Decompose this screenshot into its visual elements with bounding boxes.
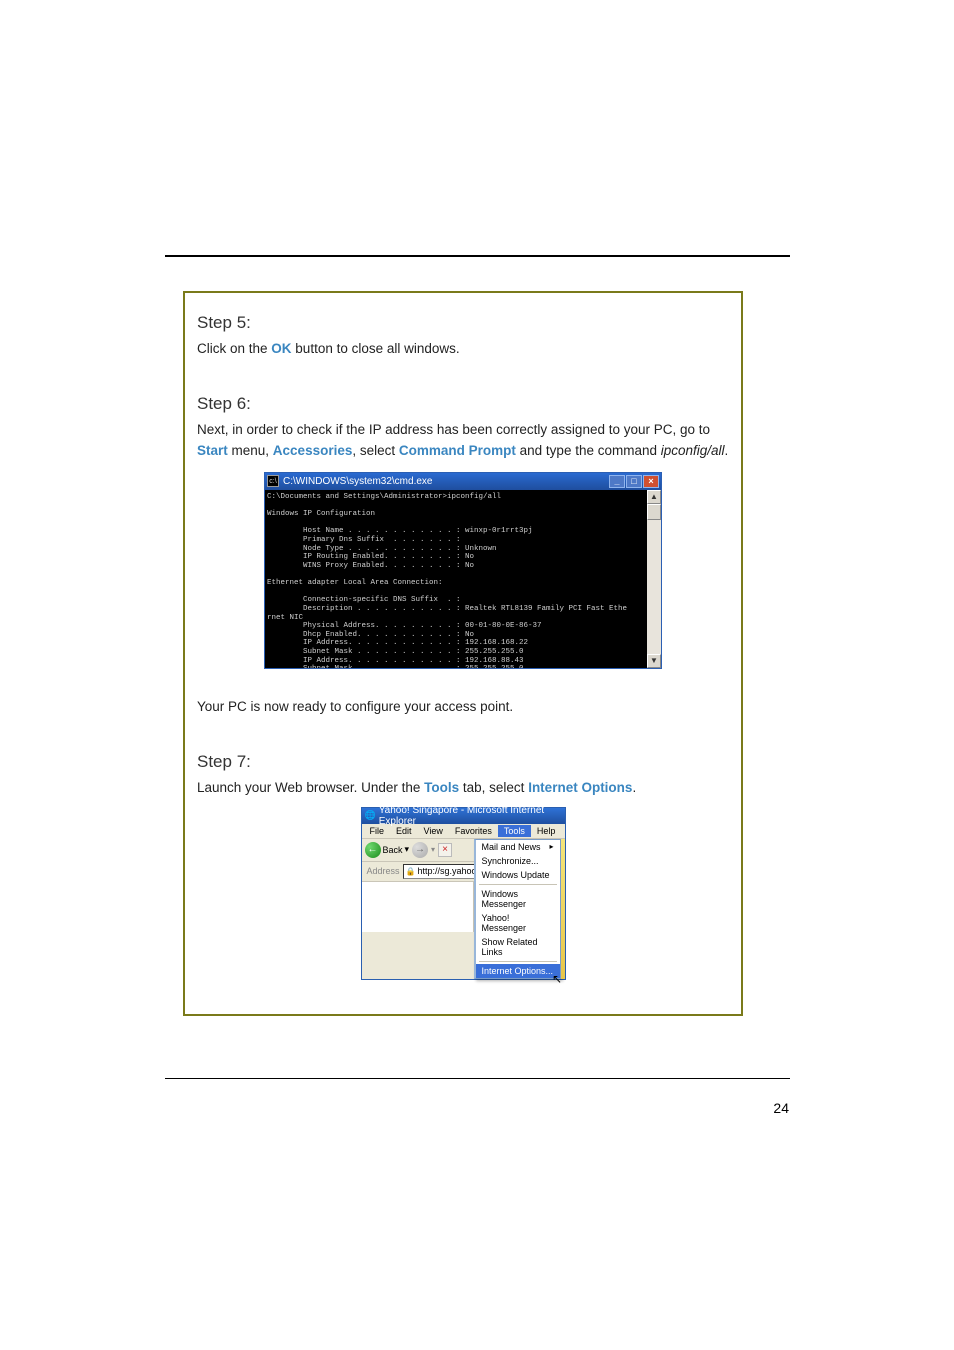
menu-separator (479, 961, 557, 962)
content-box: Step 5: Click on the OK button to close … (183, 291, 743, 1016)
cmd-output[interactable]: C:\Documents and Settings\Administrator>… (265, 490, 647, 668)
scroll-up-button[interactable]: ▲ (647, 490, 661, 504)
cmd-titlebar[interactable]: c:\ C:\WINDOWS\system32\cmd.exe _ □ × (265, 473, 661, 490)
menu-separator (479, 884, 557, 885)
menuitem-windows-update[interactable]: Windows Update (476, 868, 560, 882)
step7-text: Launch your Web browser. Under the Tools… (197, 778, 729, 799)
ie-title-text: Yahoo! Singapore - Microsoft Internet Ex… (379, 805, 562, 827)
ie-side-strip (561, 839, 565, 979)
step6-heading: Step 6: (197, 394, 729, 414)
address-label: Address (364, 866, 403, 876)
start-keyword: Start (197, 443, 228, 458)
text: , select (352, 443, 399, 458)
text: . (725, 443, 729, 458)
commandprompt-keyword: Command Prompt (399, 443, 516, 458)
step6-text: Next, in order to check if the IP addres… (197, 420, 729, 462)
text: tab, select (459, 780, 528, 795)
menuitem-synchronize[interactable]: Synchronize... (476, 854, 560, 868)
scroll-track[interactable] (647, 504, 661, 654)
menuitem-yahoo-messenger[interactable]: Yahoo! Messenger (476, 911, 560, 935)
cmd-icon: c:\ (267, 475, 279, 487)
forward-caret-icon: ▾ (431, 845, 435, 854)
step5-heading: Step 5: (197, 313, 729, 333)
stop-button[interactable]: × (438, 843, 452, 857)
ie-titlebar[interactable]: 🌐 Yahoo! Singapore - Microsoft Internet … (362, 808, 565, 824)
ie-toolbar: ← Back ▾ → ▾ × (362, 839, 474, 862)
text: Launch your Web browser. Under the (197, 780, 424, 795)
header-rule (165, 255, 790, 257)
page-lock-icon: 🔒 (406, 867, 416, 876)
menu-favorites[interactable]: Favorites (449, 825, 498, 837)
submenu-arrow-icon: ▸ (549, 842, 553, 851)
text: Click on the (197, 341, 271, 356)
menu-edit[interactable]: Edit (390, 825, 418, 837)
ipconfig-command: ipconfig/all (661, 443, 725, 458)
ie-menubar: File Edit View Favorites Tools Help (362, 824, 565, 839)
cursor-icon: ↖ (552, 972, 562, 986)
menuitem-internet-options[interactable]: Internet Options... (476, 964, 560, 978)
menuitem-mail-and-news[interactable]: Mail and News ▸ (476, 840, 560, 854)
page-number: 24 (773, 1100, 789, 1116)
text: menu, (228, 443, 273, 458)
menuitem-show-related-links[interactable]: Show Related Links (476, 935, 560, 959)
menu-view[interactable]: View (418, 825, 449, 837)
back-arrow-icon: ← (365, 842, 381, 858)
cmd-scrollbar[interactable]: ▲ ▼ (647, 490, 661, 668)
ie-window: 🌐 Yahoo! Singapore - Microsoft Internet … (361, 807, 566, 980)
ok-keyword: OK (271, 341, 291, 356)
accessories-keyword: Accessories (273, 443, 353, 458)
menuitem-windows-messenger[interactable]: Windows Messenger (476, 887, 560, 911)
ie-page-area[interactable] (362, 882, 474, 932)
minimize-button[interactable]: _ (609, 475, 625, 488)
menuitem-label: Mail and News (482, 842, 541, 852)
scroll-down-button[interactable]: ▼ (647, 654, 661, 668)
back-button[interactable]: ← Back ▾ (365, 842, 410, 858)
forward-button[interactable]: → (412, 842, 428, 858)
tools-dropdown: Mail and News ▸ Synchronize... Windows U… (474, 839, 561, 979)
text: button to close all windows. (292, 341, 460, 356)
text: and type the command (516, 443, 661, 458)
cmd-window: c:\ C:\WINDOWS\system32\cmd.exe _ □ × C:… (264, 472, 662, 669)
scroll-thumb[interactable] (647, 504, 661, 520)
close-button[interactable]: × (643, 475, 659, 488)
menu-file[interactable]: File (364, 825, 391, 837)
back-caret-icon: ▾ (405, 844, 410, 855)
footer-rule (165, 1078, 790, 1079)
text: Next, in order to check if the IP addres… (197, 422, 710, 437)
maximize-button[interactable]: □ (626, 475, 642, 488)
ready-text: Your PC is now ready to configure your a… (197, 697, 729, 718)
menu-tools[interactable]: Tools (498, 825, 531, 837)
menu-help[interactable]: Help (531, 825, 562, 837)
step5-text: Click on the OK button to close all wind… (197, 339, 729, 360)
internetoptions-keyword: Internet Options (528, 780, 632, 795)
text: . (632, 780, 636, 795)
tools-keyword: Tools (424, 780, 459, 795)
ie-app-icon: 🌐 (365, 810, 376, 822)
ie-address-bar: Address 🔒 http://sg.yahoo.com (362, 862, 474, 882)
step7-heading: Step 7: (197, 752, 729, 772)
back-label: Back (383, 845, 403, 855)
cmd-title-text: C:\WINDOWS\system32\cmd.exe (283, 476, 609, 487)
